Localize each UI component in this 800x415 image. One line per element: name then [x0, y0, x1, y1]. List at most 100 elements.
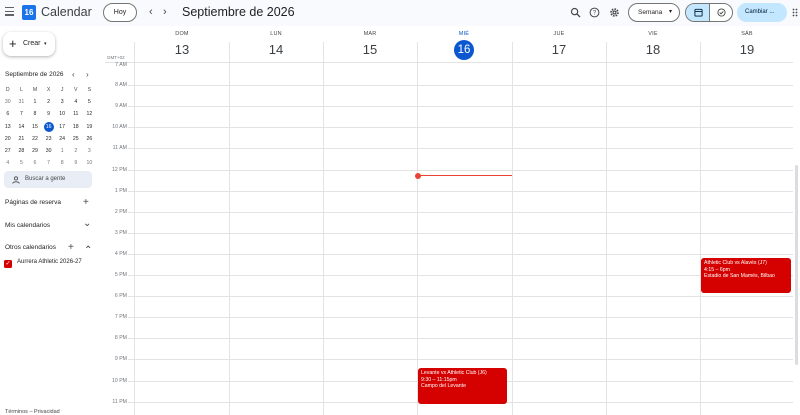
day-header-tuesday[interactable]: MAR 15: [323, 31, 417, 60]
next-week-button[interactable]: ›: [163, 5, 167, 19]
mini-day[interactable]: 7: [15, 108, 29, 120]
search-icon[interactable]: [570, 7, 581, 18]
mini-day[interactable]: 14: [15, 121, 29, 133]
day-name: SÁB: [741, 31, 753, 37]
create-button[interactable]: + Crear ▾: [3, 32, 55, 56]
mini-day[interactable]: 13: [1, 121, 15, 133]
day-number[interactable]: 19: [737, 40, 757, 60]
mini-day[interactable]: 26: [83, 133, 97, 145]
chevron-down-icon[interactable]: ⌄: [83, 219, 91, 229]
mini-calendar-week: 30 31 1 2 3 4 5: [1, 96, 97, 108]
day-header-friday[interactable]: VIE 18: [606, 31, 700, 60]
hour-label: 10 PM: [112, 378, 127, 384]
app-name[interactable]: Calendar: [41, 5, 92, 19]
weekday-label: M: [32, 87, 38, 93]
mini-day[interactable]: 2: [42, 96, 56, 108]
calendar-logo-icon[interactable]: 16: [22, 5, 36, 20]
mini-day[interactable]: 10: [55, 108, 69, 120]
hour-gridline: [128, 338, 793, 339]
day-name: JUE: [553, 31, 565, 37]
mini-day[interactable]: 9: [42, 108, 56, 120]
mini-day[interactable]: 7: [42, 157, 56, 169]
calendar-view-toggle[interactable]: [686, 4, 710, 21]
create-label: Crear: [23, 40, 41, 47]
apps-grid-icon[interactable]: [792, 8, 800, 17]
mini-day[interactable]: 21: [15, 133, 29, 145]
mini-day[interactable]: 19: [83, 121, 97, 133]
day-number[interactable]: 13: [172, 40, 192, 60]
tasks-view-toggle[interactable]: [710, 4, 732, 21]
main-menu-icon[interactable]: [5, 7, 14, 16]
add-other-calendar-icon[interactable]: +: [68, 243, 74, 253]
add-booking-page-icon[interactable]: +: [83, 198, 89, 208]
mini-day[interactable]: 8: [55, 157, 69, 169]
day-header-monday[interactable]: LUN 14: [229, 31, 323, 60]
day-number-today[interactable]: 16: [454, 40, 474, 60]
weekday-label: L: [19, 87, 23, 93]
my-calendars-heading[interactable]: Mis calendarios: [5, 222, 50, 229]
calendar-checkbox[interactable]: ✓: [4, 260, 12, 268]
other-calendars-heading[interactable]: Otros calendarios: [5, 244, 56, 251]
mini-calendar-prev-button[interactable]: ‹: [72, 70, 75, 79]
day-name: DOM: [175, 31, 189, 37]
today-button[interactable]: Hoy: [103, 3, 137, 22]
footer-links[interactable]: Términos – Privacidad: [5, 409, 60, 415]
day-number[interactable]: 17: [549, 40, 569, 60]
booking-pages-heading[interactable]: Páginas de reserva: [5, 199, 61, 206]
mini-day[interactable]: 30: [1, 96, 15, 108]
mini-day[interactable]: 5: [15, 157, 29, 169]
mini-day[interactable]: 30: [42, 145, 56, 157]
day-header-sunday[interactable]: DOM 13: [135, 31, 229, 60]
mini-day[interactable]: 18: [69, 121, 83, 133]
day-header-wednesday-today[interactable]: MIÉ 16: [417, 31, 511, 60]
mini-day[interactable]: 17: [55, 121, 69, 133]
calendar-item-label[interactable]: Aurrera Athletic 2026-27: [17, 259, 82, 265]
mini-day[interactable]: 24: [55, 133, 69, 145]
previous-week-button[interactable]: ‹: [149, 5, 153, 19]
day-number[interactable]: 15: [360, 40, 380, 60]
view-selector[interactable]: Semana ▾: [628, 3, 680, 22]
mini-day[interactable]: 20: [1, 133, 15, 145]
event-athletic-alaves[interactable]: Athletic Club vs Alavés (J7) 4:15 – 6pm …: [701, 258, 791, 293]
help-icon[interactable]: ?: [589, 7, 600, 18]
mini-day[interactable]: 3: [83, 145, 97, 157]
chevron-up-icon[interactable]: ⌃: [84, 246, 92, 256]
mini-day[interactable]: 15: [28, 121, 42, 133]
mini-day[interactable]: 27: [1, 145, 15, 157]
mini-day[interactable]: 28: [15, 145, 29, 157]
mini-day[interactable]: 6: [1, 108, 15, 120]
mini-day[interactable]: 3: [55, 96, 69, 108]
mini-day[interactable]: 1: [28, 96, 42, 108]
mini-day[interactable]: 9: [69, 157, 83, 169]
mini-day[interactable]: 8: [28, 108, 42, 120]
mini-day[interactable]: 4: [1, 157, 15, 169]
mini-day[interactable]: 10: [83, 157, 97, 169]
mini-calendar-title: Septiembre de 2026: [5, 71, 64, 78]
mini-day[interactable]: 25: [69, 133, 83, 145]
mini-day[interactable]: 29: [28, 145, 42, 157]
scrollbar[interactable]: [795, 165, 798, 365]
mini-day[interactable]: 11: [69, 108, 83, 120]
event-levante-athletic[interactable]: Levante vs Athletic Club (J6) 9:30 – 11:…: [418, 368, 507, 404]
mini-day[interactable]: 6: [28, 157, 42, 169]
day-column-divider: [700, 42, 701, 415]
switch-account-button[interactable]: Cambiar ...: [737, 3, 787, 22]
mini-calendar-next-button[interactable]: ›: [86, 70, 89, 79]
mini-calendar-week: 4 5 6 7 8 9 10: [1, 157, 97, 169]
mini-day[interactable]: 23: [42, 133, 56, 145]
header-divider: [105, 62, 793, 63]
day-header-thursday[interactable]: JUE 17: [512, 31, 606, 60]
mini-day-selected[interactable]: 16: [42, 121, 56, 133]
mini-day[interactable]: 31: [15, 96, 29, 108]
mini-day[interactable]: 4: [69, 96, 83, 108]
mini-day[interactable]: 2: [69, 145, 83, 157]
mini-day[interactable]: 22: [28, 133, 42, 145]
settings-gear-icon[interactable]: [609, 7, 620, 18]
day-number[interactable]: 14: [266, 40, 286, 60]
mini-day[interactable]: 12: [83, 108, 97, 120]
search-people-input[interactable]: Buscar a gente: [4, 171, 92, 188]
day-number[interactable]: 18: [643, 40, 663, 60]
day-header-saturday[interactable]: SÁB 19: [700, 31, 794, 60]
mini-day[interactable]: 5: [83, 96, 97, 108]
mini-day[interactable]: 1: [55, 145, 69, 157]
